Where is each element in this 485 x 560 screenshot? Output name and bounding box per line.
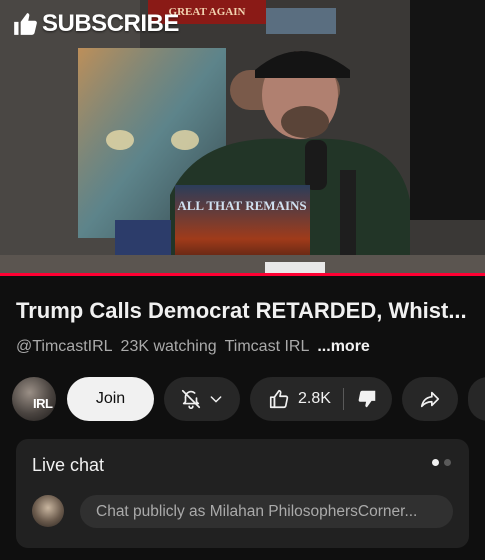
channel-avatar[interactable]: IRL xyxy=(12,377,56,421)
join-label: Join xyxy=(95,390,126,407)
chevron-down-icon xyxy=(210,396,222,403)
like-button[interactable]: 2.8K xyxy=(250,388,343,410)
progress-bar[interactable] xyxy=(0,273,485,276)
video-title[interactable]: Trump Calls Democrat RETARDED, Whist... xyxy=(16,298,476,324)
channel-handle: @TimcastIRL xyxy=(16,338,113,355)
channel-name: Timcast IRL xyxy=(224,338,310,355)
page-indicator xyxy=(432,459,451,466)
video-player[interactable]: GREAT AGAIN ALL THAT REMAINS SUBSCRIBE xyxy=(0,0,485,276)
viewer-count: 23K watching xyxy=(120,338,217,355)
thumb-down-icon xyxy=(358,390,376,408)
thumb-up-icon xyxy=(14,13,37,35)
share-button[interactable] xyxy=(402,377,458,421)
join-button[interactable]: Join xyxy=(67,377,154,421)
video-frame: GREAT AGAIN ALL THAT REMAINS xyxy=(0,0,485,276)
dislike-button[interactable] xyxy=(344,388,392,410)
book-text: ALL THAT REMAINS xyxy=(177,198,306,213)
like-count: 2.8K xyxy=(298,390,331,407)
live-chat-title: Live chat xyxy=(32,455,105,475)
avatar-text: IRL xyxy=(33,396,53,411)
bell-off-icon xyxy=(181,389,201,409)
chat-input-placeholder: Chat publicly as Milahan PhilosophersCor… xyxy=(96,502,418,520)
like-dislike-group: 2.8K xyxy=(250,377,392,421)
thumb-up-icon xyxy=(269,389,289,409)
more-link[interactable]: ...more xyxy=(317,338,369,356)
page-dot-active xyxy=(432,459,439,466)
share-icon xyxy=(420,391,440,408)
banner-text: GREAT AGAIN xyxy=(169,6,246,18)
subscribe-overlay: SUBSCRIBE xyxy=(12,10,179,38)
live-chat-panel[interactable]: Live chat Chat publicly as Milahan Philo… xyxy=(16,439,469,548)
video-meta[interactable]: @TimcastIRL 23K watching Timcast IRL ...… xyxy=(16,338,370,356)
action-bar: IRL Join 2.8K xyxy=(12,377,485,421)
chat-input[interactable]: Chat publicly as Milahan PhilosophersCor… xyxy=(80,495,453,528)
user-avatar xyxy=(32,495,64,527)
notification-button[interactable] xyxy=(164,377,240,421)
subscribe-label: SUBSCRIBE xyxy=(42,10,179,37)
more-actions-button[interactable] xyxy=(468,377,485,421)
page-dot xyxy=(444,459,451,466)
